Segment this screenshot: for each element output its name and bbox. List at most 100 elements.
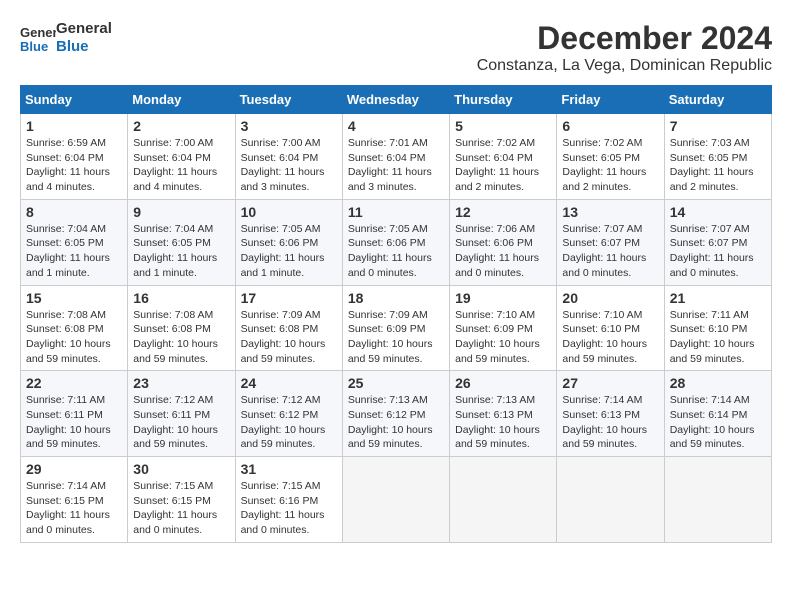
day-info: Sunrise: 7:05 AMSunset: 6:06 PMDaylight:… <box>348 222 444 281</box>
location-title: Constanza, La Vega, Dominican Republic <box>477 57 772 75</box>
logo-icon: General Blue <box>20 21 56 55</box>
day-number: 17 <box>241 290 337 306</box>
day-number: 14 <box>670 204 766 220</box>
weekday-header-monday: Monday <box>128 86 235 114</box>
day-number: 25 <box>348 375 444 391</box>
day-number: 11 <box>348 204 444 220</box>
day-cell: 15 Sunrise: 7:08 AMSunset: 6:08 PMDayligh… <box>21 285 128 371</box>
day-info: Sunrise: 7:00 AMSunset: 6:04 PMDaylight:… <box>133 136 229 195</box>
day-number: 9 <box>133 204 229 220</box>
day-cell <box>450 457 557 543</box>
logo: General Blue General Blue <box>20 20 112 56</box>
day-cell: 29 Sunrise: 7:14 AMSunset: 6:15 PMDayligh… <box>21 457 128 543</box>
day-number: 19 <box>455 290 551 306</box>
day-cell: 11 Sunrise: 7:05 AMSunset: 6:06 PMDayligh… <box>342 199 449 285</box>
day-number: 1 <box>26 118 122 134</box>
day-cell: 24Sunrise: 7:12 AMSunset: 6:12 PMDayligh… <box>235 371 342 457</box>
day-number: 26 <box>455 375 551 391</box>
day-number: 8 <box>26 204 122 220</box>
day-number: 16 <box>133 290 229 306</box>
weekday-header-row: SundayMondayTuesdayWednesdayThursdayFrid… <box>21 86 772 114</box>
svg-text:General: General <box>20 25 56 40</box>
day-number: 22 <box>26 375 122 391</box>
day-cell <box>557 457 664 543</box>
day-info: Sunrise: 7:08 AMSunset: 6:08 PMDaylight:… <box>133 308 229 367</box>
day-number: 21 <box>670 290 766 306</box>
day-number: 20 <box>562 290 658 306</box>
week-row-1: 1 Sunrise: 6:59 AMSunset: 6:04 PMDaylight… <box>21 114 772 200</box>
day-info: Sunrise: 7:11 AMSunset: 6:10 PMDaylight:… <box>670 308 766 367</box>
day-cell: 31 Sunrise: 7:15 AMSunset: 6:16 PMDayligh… <box>235 457 342 543</box>
day-cell: 16 Sunrise: 7:08 AMSunset: 6:08 PMDayligh… <box>128 285 235 371</box>
day-cell: 28 Sunrise: 7:14 AMSunset: 6:14 PMDayligh… <box>664 371 771 457</box>
day-info: Sunrise: 7:02 AMSunset: 6:04 PMDaylight:… <box>455 136 551 195</box>
day-cell: 19 Sunrise: 7:10 AMSunset: 6:09 PMDayligh… <box>450 285 557 371</box>
day-number: 27 <box>562 375 658 391</box>
day-cell: 20Sunrise: 7:10 AMSunset: 6:10 PMDayligh… <box>557 285 664 371</box>
day-number: 10 <box>241 204 337 220</box>
day-info: Sunrise: 7:15 AMSunset: 6:15 PMDaylight:… <box>133 479 229 538</box>
weekday-header-saturday: Saturday <box>664 86 771 114</box>
calendar: SundayMondayTuesdayWednesdayThursdayFrid… <box>20 85 772 543</box>
day-number: 15 <box>26 290 122 306</box>
day-number: 23 <box>133 375 229 391</box>
day-info: Sunrise: 7:13 AMSunset: 6:13 PMDaylight:… <box>455 393 551 452</box>
weekday-header-tuesday: Tuesday <box>235 86 342 114</box>
day-cell: 2 Sunrise: 7:00 AMSunset: 6:04 PMDaylight… <box>128 114 235 200</box>
day-number: 4 <box>348 118 444 134</box>
week-row-3: 15 Sunrise: 7:08 AMSunset: 6:08 PMDayligh… <box>21 285 772 371</box>
day-info: Sunrise: 7:14 AMSunset: 6:14 PMDaylight:… <box>670 393 766 452</box>
day-number: 2 <box>133 118 229 134</box>
day-info: Sunrise: 7:04 AMSunset: 6:05 PMDaylight:… <box>26 222 122 281</box>
day-number: 3 <box>241 118 337 134</box>
day-cell: 9 Sunrise: 7:04 AMSunset: 6:05 PMDaylight… <box>128 199 235 285</box>
day-number: 18 <box>348 290 444 306</box>
day-cell: 10Sunrise: 7:05 AMSunset: 6:06 PMDayligh… <box>235 199 342 285</box>
title-area: December 2024 Constanza, La Vega, Domini… <box>477 20 772 75</box>
day-info: Sunrise: 7:00 AMSunset: 6:04 PMDaylight:… <box>241 136 337 195</box>
day-number: 30 <box>133 461 229 477</box>
day-info: Sunrise: 7:04 AMSunset: 6:05 PMDaylight:… <box>133 222 229 281</box>
day-cell: 23 Sunrise: 7:12 AMSunset: 6:11 PMDayligh… <box>128 371 235 457</box>
day-cell: 27 Sunrise: 7:14 AMSunset: 6:13 PMDayligh… <box>557 371 664 457</box>
day-cell <box>342 457 449 543</box>
week-row-5: 29 Sunrise: 7:14 AMSunset: 6:15 PMDayligh… <box>21 457 772 543</box>
week-row-2: 8 Sunrise: 7:04 AMSunset: 6:05 PMDaylight… <box>21 199 772 285</box>
day-info: Sunrise: 7:12 AMSunset: 6:11 PMDaylight:… <box>133 393 229 452</box>
day-info: Sunrise: 6:59 AMSunset: 6:04 PMDaylight:… <box>26 136 122 195</box>
header: General Blue General Blue December 2024 … <box>20 20 772 75</box>
day-number: 29 <box>26 461 122 477</box>
day-info: Sunrise: 7:09 AMSunset: 6:09 PMDaylight:… <box>348 308 444 367</box>
day-info: Sunrise: 7:14 AMSunset: 6:13 PMDaylight:… <box>562 393 658 452</box>
day-info: Sunrise: 7:03 AMSunset: 6:05 PMDaylight:… <box>670 136 766 195</box>
day-number: 31 <box>241 461 337 477</box>
weekday-header-wednesday: Wednesday <box>342 86 449 114</box>
weekday-header-thursday: Thursday <box>450 86 557 114</box>
day-info: Sunrise: 7:13 AMSunset: 6:12 PMDaylight:… <box>348 393 444 452</box>
day-cell: 5 Sunrise: 7:02 AMSunset: 6:04 PMDaylight… <box>450 114 557 200</box>
day-cell: 4 Sunrise: 7:01 AMSunset: 6:04 PMDaylight… <box>342 114 449 200</box>
day-cell: 1 Sunrise: 6:59 AMSunset: 6:04 PMDaylight… <box>21 114 128 200</box>
day-info: Sunrise: 7:01 AMSunset: 6:04 PMDaylight:… <box>348 136 444 195</box>
day-cell: 18 Sunrise: 7:09 AMSunset: 6:09 PMDayligh… <box>342 285 449 371</box>
logo-general: General <box>56 20 112 38</box>
day-cell <box>664 457 771 543</box>
weekday-header-friday: Friday <box>557 86 664 114</box>
day-info: Sunrise: 7:06 AMSunset: 6:06 PMDaylight:… <box>455 222 551 281</box>
svg-text:Blue: Blue <box>20 39 48 54</box>
logo-blue: Blue <box>56 38 112 56</box>
month-title: December 2024 <box>477 20 772 57</box>
day-cell: 30 Sunrise: 7:15 AMSunset: 6:15 PMDayligh… <box>128 457 235 543</box>
day-number: 28 <box>670 375 766 391</box>
day-cell: 17Sunrise: 7:09 AMSunset: 6:08 PMDayligh… <box>235 285 342 371</box>
day-number: 13 <box>562 204 658 220</box>
week-row-4: 22Sunrise: 7:11 AMSunset: 6:11 PMDayligh… <box>21 371 772 457</box>
day-number: 5 <box>455 118 551 134</box>
day-cell: 25 Sunrise: 7:13 AMSunset: 6:12 PMDayligh… <box>342 371 449 457</box>
day-info: Sunrise: 7:15 AMSunset: 6:16 PMDaylight:… <box>241 479 337 538</box>
day-info: Sunrise: 7:10 AMSunset: 6:09 PMDaylight:… <box>455 308 551 367</box>
day-info: Sunrise: 7:08 AMSunset: 6:08 PMDaylight:… <box>26 308 122 367</box>
day-number: 6 <box>562 118 658 134</box>
day-info: Sunrise: 7:14 AMSunset: 6:15 PMDaylight:… <box>26 479 122 538</box>
day-cell: 6Sunrise: 7:02 AMSunset: 6:05 PMDaylight… <box>557 114 664 200</box>
